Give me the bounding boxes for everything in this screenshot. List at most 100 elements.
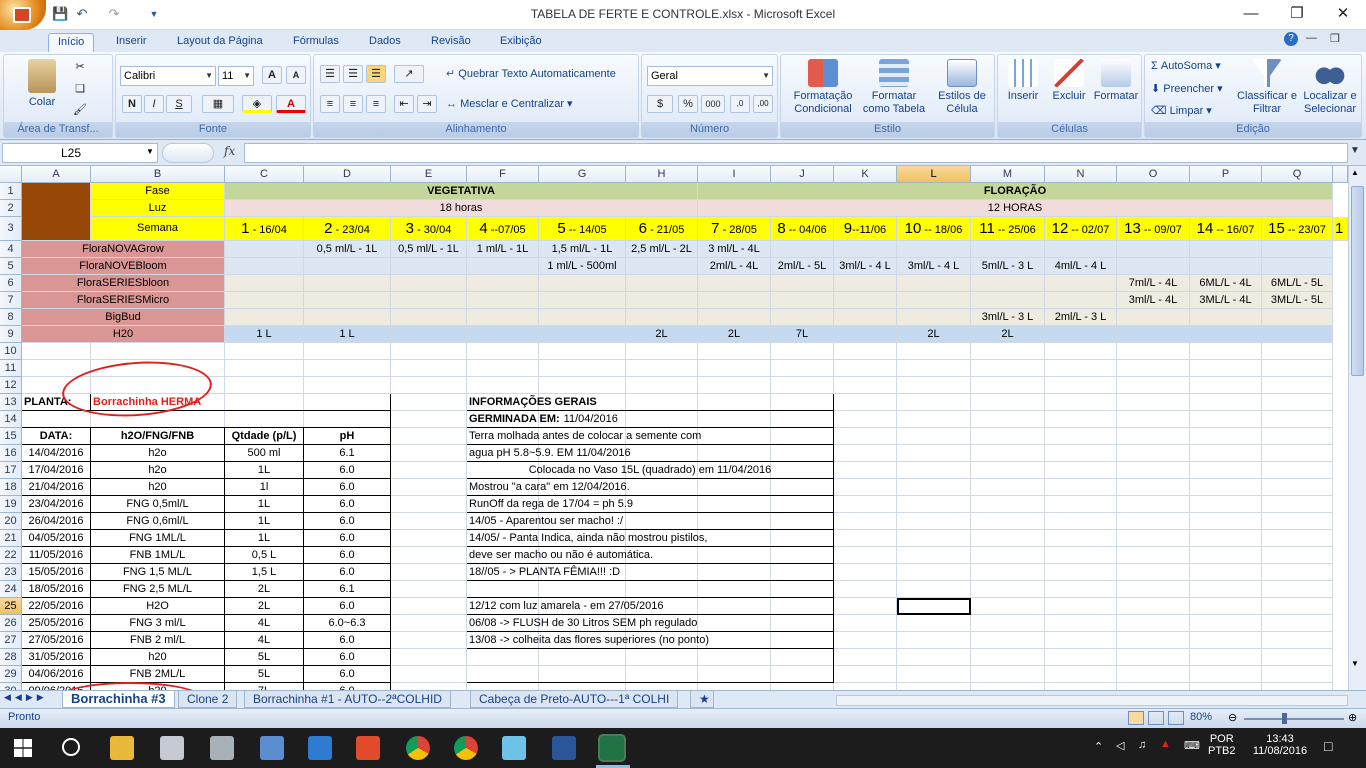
cell-o22[interactable] bbox=[1117, 547, 1190, 564]
nutrient-value[interactable]: 1 L bbox=[225, 326, 304, 343]
cell-q30[interactable] bbox=[1262, 683, 1333, 690]
nutrient-value[interactable] bbox=[1117, 309, 1190, 326]
insert-sheet-icon[interactable]: ★ bbox=[690, 691, 714, 708]
cell-l30[interactable] bbox=[897, 683, 971, 690]
nutrient-value[interactable] bbox=[304, 292, 391, 309]
row-header-19[interactable]: 19 bbox=[0, 496, 22, 513]
luz-flor[interactable]: 12 HORAS bbox=[698, 200, 1333, 217]
nutrient-value[interactable]: 7ml/L - 4L bbox=[1117, 275, 1190, 292]
cell-m11[interactable] bbox=[971, 360, 1045, 377]
cell-m21[interactable] bbox=[971, 530, 1045, 547]
cell-n16[interactable] bbox=[1045, 445, 1117, 462]
nutrient-value[interactable]: 0,5 ml/L - 1L bbox=[304, 241, 391, 258]
row-header-17[interactable]: 17 bbox=[0, 462, 22, 479]
log-cell[interactable]: 21/04/2016 bbox=[22, 479, 91, 496]
floracao-label[interactable]: FLORAÇÃO bbox=[698, 183, 1333, 200]
close-button[interactable]: ✕ bbox=[1320, 0, 1366, 30]
cell-l13[interactable] bbox=[897, 394, 971, 411]
nutrient-value[interactable] bbox=[834, 275, 897, 292]
fill-color-icon[interactable]: ◈ bbox=[242, 95, 272, 113]
log-cell[interactable]: 5L bbox=[225, 666, 304, 683]
zoom-slider-thumb[interactable] bbox=[1282, 713, 1287, 724]
row-header-29[interactable]: 29 bbox=[0, 666, 22, 683]
cell-o13[interactable] bbox=[1117, 394, 1190, 411]
align-bottom-icon[interactable]: ☰ bbox=[366, 65, 386, 83]
week-header[interactable]: 12 -- 02/07 bbox=[1045, 217, 1117, 241]
cell-p29[interactable] bbox=[1190, 666, 1262, 683]
bold-icon[interactable]: N bbox=[122, 95, 142, 113]
cell-p22[interactable] bbox=[1190, 547, 1262, 564]
cell-m15[interactable] bbox=[971, 428, 1045, 445]
network-icon[interactable]: ◁ bbox=[1116, 739, 1124, 752]
info-line[interactable]: agua pH 5.8~5.9. EM 11/04/2016 bbox=[467, 445, 834, 462]
nutrient-value[interactable] bbox=[391, 292, 467, 309]
vertical-scrollbar[interactable]: ▲ ▼ bbox=[1348, 166, 1366, 690]
cell-o14[interactable] bbox=[1117, 411, 1190, 428]
cell-b10[interactable] bbox=[91, 343, 225, 360]
cell-q25[interactable] bbox=[1262, 598, 1333, 615]
cell-l12[interactable] bbox=[897, 377, 971, 394]
week-header[interactable]: 9--11/06 bbox=[834, 217, 897, 241]
cell-n26[interactable] bbox=[1045, 615, 1117, 632]
tab-formulas[interactable]: Fórmulas bbox=[284, 33, 348, 52]
cell-p18[interactable] bbox=[1190, 479, 1262, 496]
luz-veg[interactable]: 18 horas bbox=[225, 200, 698, 217]
nutrient-value[interactable]: 2L bbox=[897, 326, 971, 343]
nutrient-value[interactable] bbox=[626, 258, 698, 275]
nutrient-value[interactable]: 2L bbox=[626, 326, 698, 343]
info-line[interactable]: 14/05 - Aparentou ser macho! :/ bbox=[467, 513, 834, 530]
cell-q23[interactable] bbox=[1262, 564, 1333, 581]
week-header[interactable]: 1 bbox=[1333, 217, 1348, 241]
media-player-icon[interactable] bbox=[356, 736, 380, 760]
cut-icon[interactable]: ✂ bbox=[70, 59, 90, 77]
nutrient-value[interactable]: 2ml/L - 3 L bbox=[1045, 309, 1117, 326]
cell-e23[interactable] bbox=[391, 564, 467, 581]
info-line[interactable]: Colocada no Vaso 15L (quadrado) em 11/04… bbox=[467, 462, 834, 479]
log-cell[interactable]: FNG 0,5ml/L bbox=[91, 496, 225, 513]
search-icon[interactable] bbox=[62, 738, 80, 756]
monitor-icon[interactable] bbox=[260, 736, 284, 760]
sheet-nav-icon[interactable]: ◀◀▶▶ bbox=[4, 692, 48, 703]
nutrient-value[interactable]: 2,5 ml/L - 2L bbox=[626, 241, 698, 258]
info-title[interactable]: INFORMAÇÕES GERAIS bbox=[467, 394, 834, 411]
nutrient-value[interactable] bbox=[1045, 326, 1117, 343]
nutrient-value[interactable] bbox=[1262, 326, 1333, 343]
cell-m26[interactable] bbox=[971, 615, 1045, 632]
nutrient-value[interactable]: 0,5 ml/L - 1L bbox=[391, 241, 467, 258]
file-explorer-icon[interactable] bbox=[110, 736, 134, 760]
row-header-25[interactable]: 25 bbox=[0, 598, 22, 615]
cell-m25[interactable] bbox=[971, 598, 1045, 615]
log-cell[interactable]: 0,5 L bbox=[225, 547, 304, 564]
nutrient-value[interactable] bbox=[539, 292, 626, 309]
log-cell[interactable]: FNB 2ML/L bbox=[91, 666, 225, 683]
cell-o12[interactable] bbox=[1117, 377, 1190, 394]
log-cell[interactable]: 6.0 bbox=[304, 649, 391, 666]
log-cell[interactable]: FNG 1ML/L bbox=[91, 530, 225, 547]
cell-m18[interactable] bbox=[971, 479, 1045, 496]
nutrient-value[interactable]: 2ml/L - 5L bbox=[771, 258, 834, 275]
cell-g30[interactable] bbox=[539, 683, 626, 690]
cell-n29[interactable] bbox=[1045, 666, 1117, 683]
cell-n13[interactable] bbox=[1045, 394, 1117, 411]
cell-l28[interactable] bbox=[897, 649, 971, 666]
cell-q12[interactable] bbox=[1262, 377, 1333, 394]
row-header-13[interactable]: 13 bbox=[0, 394, 22, 411]
formula-input[interactable] bbox=[244, 143, 1348, 163]
log-cell[interactable]: 6.0 bbox=[304, 564, 391, 581]
cell-q14[interactable] bbox=[1262, 411, 1333, 428]
nutrient-value[interactable] bbox=[1190, 258, 1262, 275]
cell-k22[interactable] bbox=[834, 547, 897, 564]
cell-p14[interactable] bbox=[1190, 411, 1262, 428]
column-header-i[interactable]: I bbox=[698, 166, 771, 183]
cell-o23[interactable] bbox=[1117, 564, 1190, 581]
row-header-21[interactable]: 21 bbox=[0, 530, 22, 547]
cell-o17[interactable] bbox=[1117, 462, 1190, 479]
cell-q19[interactable] bbox=[1262, 496, 1333, 513]
cell-n24[interactable] bbox=[1045, 581, 1117, 598]
cell-p20[interactable] bbox=[1190, 513, 1262, 530]
semana-label[interactable]: Semana bbox=[91, 217, 225, 241]
nutrient-value[interactable]: 1,5 ml/L - 1L bbox=[539, 241, 626, 258]
nutrient-value[interactable] bbox=[1190, 326, 1262, 343]
column-header-p[interactable]: P bbox=[1190, 166, 1262, 183]
nutrient-value[interactable] bbox=[897, 309, 971, 326]
